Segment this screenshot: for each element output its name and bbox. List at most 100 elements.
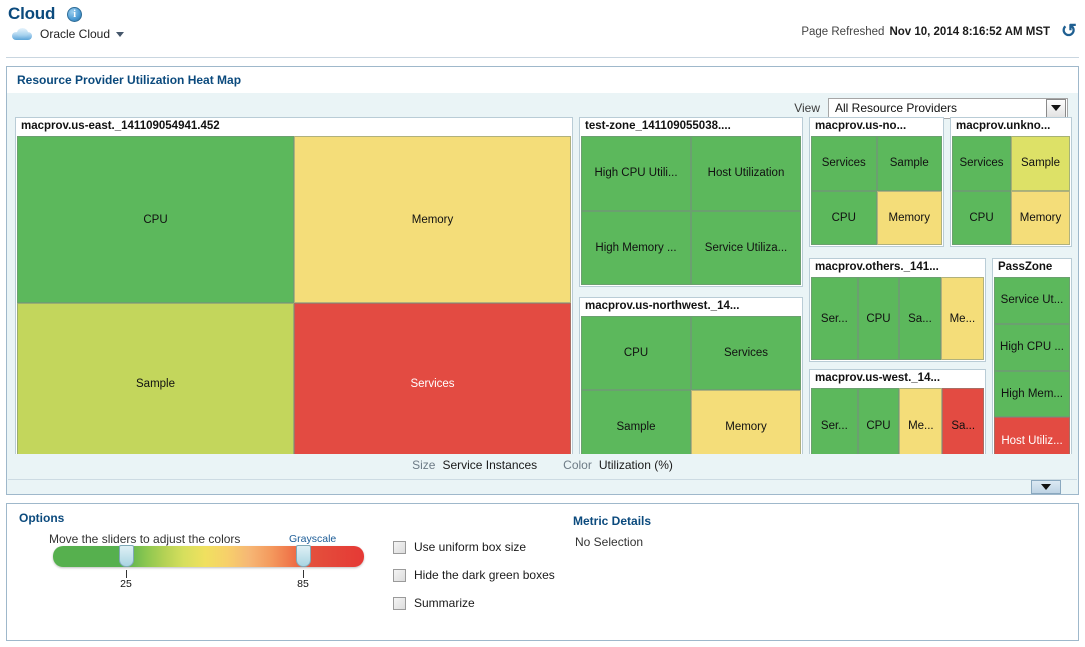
treemap-cell[interactable]: High Mem... (994, 371, 1070, 418)
treemap-group[interactable]: macprov.us-northwest._14...CPUServicesSa… (579, 297, 803, 466)
treemap-cell[interactable]: Sample (17, 303, 294, 464)
refresh-icon[interactable]: ↻ (1061, 26, 1077, 38)
treemap-group-title: macprov.us-east._141109054941.452 (16, 118, 572, 135)
treemap-group-body: Ser...CPUMe...Sa... (811, 388, 984, 464)
slider-hint: Move the sliders to adjust the colors (49, 532, 240, 546)
checkbox-icon[interactable] (393, 541, 406, 554)
treemap-group[interactable]: test-zone_141109055038....High CPU Utili… (579, 117, 803, 287)
treemap-cell[interactable]: Me... (941, 277, 984, 360)
treemap-cell[interactable]: Service Ut... (994, 277, 1070, 324)
page-title: Cloud (8, 4, 55, 24)
treemap-cell[interactable]: Ser... (811, 277, 858, 360)
treemap-group[interactable]: macprov.unkno...ServicesSampleCPUMemory (950, 117, 1072, 247)
treemap-cell[interactable]: Memory (877, 191, 943, 246)
treemap-cell[interactable]: Sample (581, 390, 691, 464)
checkbox-summarize[interactable]: Summarize (393, 596, 475, 610)
treemap-group[interactable]: macprov.others._141...Ser...CPUSa...Me..… (809, 258, 986, 362)
treemap-group-body: CPUMemorySampleServices (17, 136, 571, 464)
treemap-cell[interactable]: Service Utiliza... (691, 211, 801, 286)
slider-tick-low (126, 570, 127, 578)
panel-collapse-bar (8, 479, 1077, 494)
view-select[interactable]: All Resource Providers (828, 98, 1068, 119)
treemap-group-body: ServicesSampleCPUMemory (952, 136, 1070, 245)
slider-thumb-low[interactable] (119, 545, 134, 567)
page-header: Cloud i Oracle Cloud Page Refreshed Nov … (0, 0, 1085, 58)
refresh-label: Page Refreshed (801, 26, 884, 38)
checkbox-icon[interactable] (393, 569, 406, 582)
treemap-cell[interactable]: CPU (858, 388, 900, 464)
color-gradient-slider[interactable] (53, 546, 364, 567)
treemap-group-body: Service Ut...High CPU ...High Mem...Host… (994, 277, 1070, 464)
slider-tick-high (303, 570, 304, 578)
checkbox-label: Hide the dark green boxes (414, 568, 555, 582)
legend-color-key: Color (563, 458, 592, 472)
treemap-group-body: Ser...CPUSa...Me... (811, 277, 984, 360)
metric-details-title: Metric Details (573, 514, 651, 528)
treemap-cell[interactable]: CPU (858, 277, 900, 360)
info-icon[interactable]: i (67, 7, 82, 22)
treemap-cell[interactable]: Memory (1011, 191, 1070, 246)
treemap-cell[interactable]: Services (294, 303, 571, 464)
page-refresh-block: Page Refreshed Nov 10, 2014 8:16:52 AM M… (801, 26, 1077, 38)
legend-color-value: Utilization (%) (599, 458, 673, 472)
treemap-cell[interactable]: Sa... (899, 277, 941, 360)
header-divider (6, 57, 1079, 58)
treemap-group-title: macprov.us-west._14... (810, 370, 985, 387)
heatmap-panel: Resource Provider Utilization Heat Map V… (6, 66, 1079, 495)
treemap-cell[interactable]: Ser... (811, 388, 858, 464)
collapse-panel-button[interactable] (1031, 480, 1061, 494)
treemap-cell[interactable]: High CPU Utili... (581, 136, 691, 211)
legend-size-key: Size (412, 458, 435, 472)
refresh-timestamp: Nov 10, 2014 8:16:52 AM MST (889, 26, 1050, 38)
treemap-group-body: High CPU Utili...Host UtilizationHigh Me… (581, 136, 801, 285)
treemap-cell[interactable]: Me... (899, 388, 942, 464)
treemap-group-title: macprov.us-no... (810, 118, 943, 135)
treemap-cell[interactable]: High Memory ... (581, 211, 691, 286)
treemap-group[interactable]: macprov.us-west._14...Ser...CPUMe...Sa..… (809, 369, 986, 466)
treemap-cell[interactable]: CPU (581, 316, 691, 390)
treemap-group-body: CPUServicesSampleMemory (581, 316, 801, 464)
treemap-group-title: test-zone_141109055038.... (580, 118, 802, 135)
options-title: Options (19, 511, 64, 525)
view-select-value: All Resource Providers (835, 101, 957, 115)
treemap-cell[interactable]: Sample (1011, 136, 1070, 191)
treemap-cell[interactable]: Sa... (942, 388, 984, 464)
treemap-legend: Size Service Instances Color Utilization… (8, 454, 1077, 476)
legend-size-value: Service Instances (442, 458, 537, 472)
checkbox-uniform-box-size[interactable]: Use uniform box size (393, 540, 526, 554)
treemap-cell[interactable]: Services (811, 136, 877, 191)
heatmap-panel-title: Resource Provider Utilization Heat Map (7, 67, 1078, 93)
checkbox-icon[interactable] (393, 597, 406, 610)
view-label: View (794, 101, 820, 115)
slider-value-low: 25 (111, 578, 141, 590)
checkbox-hide-dark-green-boxes[interactable]: Hide the dark green boxes (393, 568, 555, 582)
treemap-group-title: macprov.others._141... (810, 259, 985, 276)
treemap: macprov.us-east._141109054941.452CPUMemo… (15, 117, 1072, 466)
treemap-group-title: macprov.unkno... (951, 118, 1071, 135)
treemap-cell[interactable]: Memory (294, 136, 571, 303)
treemap-cell[interactable]: Sample (877, 136, 943, 191)
grayscale-link[interactable]: Grayscale (289, 533, 336, 545)
treemap-group-body: ServicesSampleCPUMemory (811, 136, 942, 245)
treemap-cell[interactable]: CPU (811, 191, 877, 246)
chevron-down-icon[interactable] (116, 32, 124, 37)
treemap-cell[interactable]: Services (691, 316, 801, 390)
treemap-cell[interactable]: CPU (17, 136, 294, 303)
treemap-group-title: macprov.us-northwest._14... (580, 298, 802, 315)
checkbox-label: Summarize (414, 596, 475, 610)
slider-thumb-high[interactable] (296, 545, 311, 567)
treemap-group[interactable]: PassZoneService Ut...High CPU ...High Me… (992, 258, 1072, 466)
chevron-down-icon[interactable] (1046, 99, 1066, 118)
treemap-cell[interactable]: High CPU ... (994, 324, 1070, 371)
chevron-down-icon (1041, 484, 1051, 490)
slider-value-high: 85 (288, 578, 318, 590)
treemap-cell[interactable]: CPU (952, 191, 1011, 246)
treemap-cell[interactable]: Memory (691, 390, 801, 464)
treemap-group[interactable]: macprov.us-east._141109054941.452CPUMemo… (15, 117, 573, 466)
breadcrumb-label: Oracle Cloud (40, 27, 110, 41)
cloud-icon (12, 27, 34, 41)
treemap-group[interactable]: macprov.us-no...ServicesSampleCPUMemory (809, 117, 944, 247)
options-panel: Options Move the sliders to adjust the c… (6, 503, 1079, 641)
treemap-cell[interactable]: Host Utilization (691, 136, 801, 211)
treemap-cell[interactable]: Services (952, 136, 1011, 191)
